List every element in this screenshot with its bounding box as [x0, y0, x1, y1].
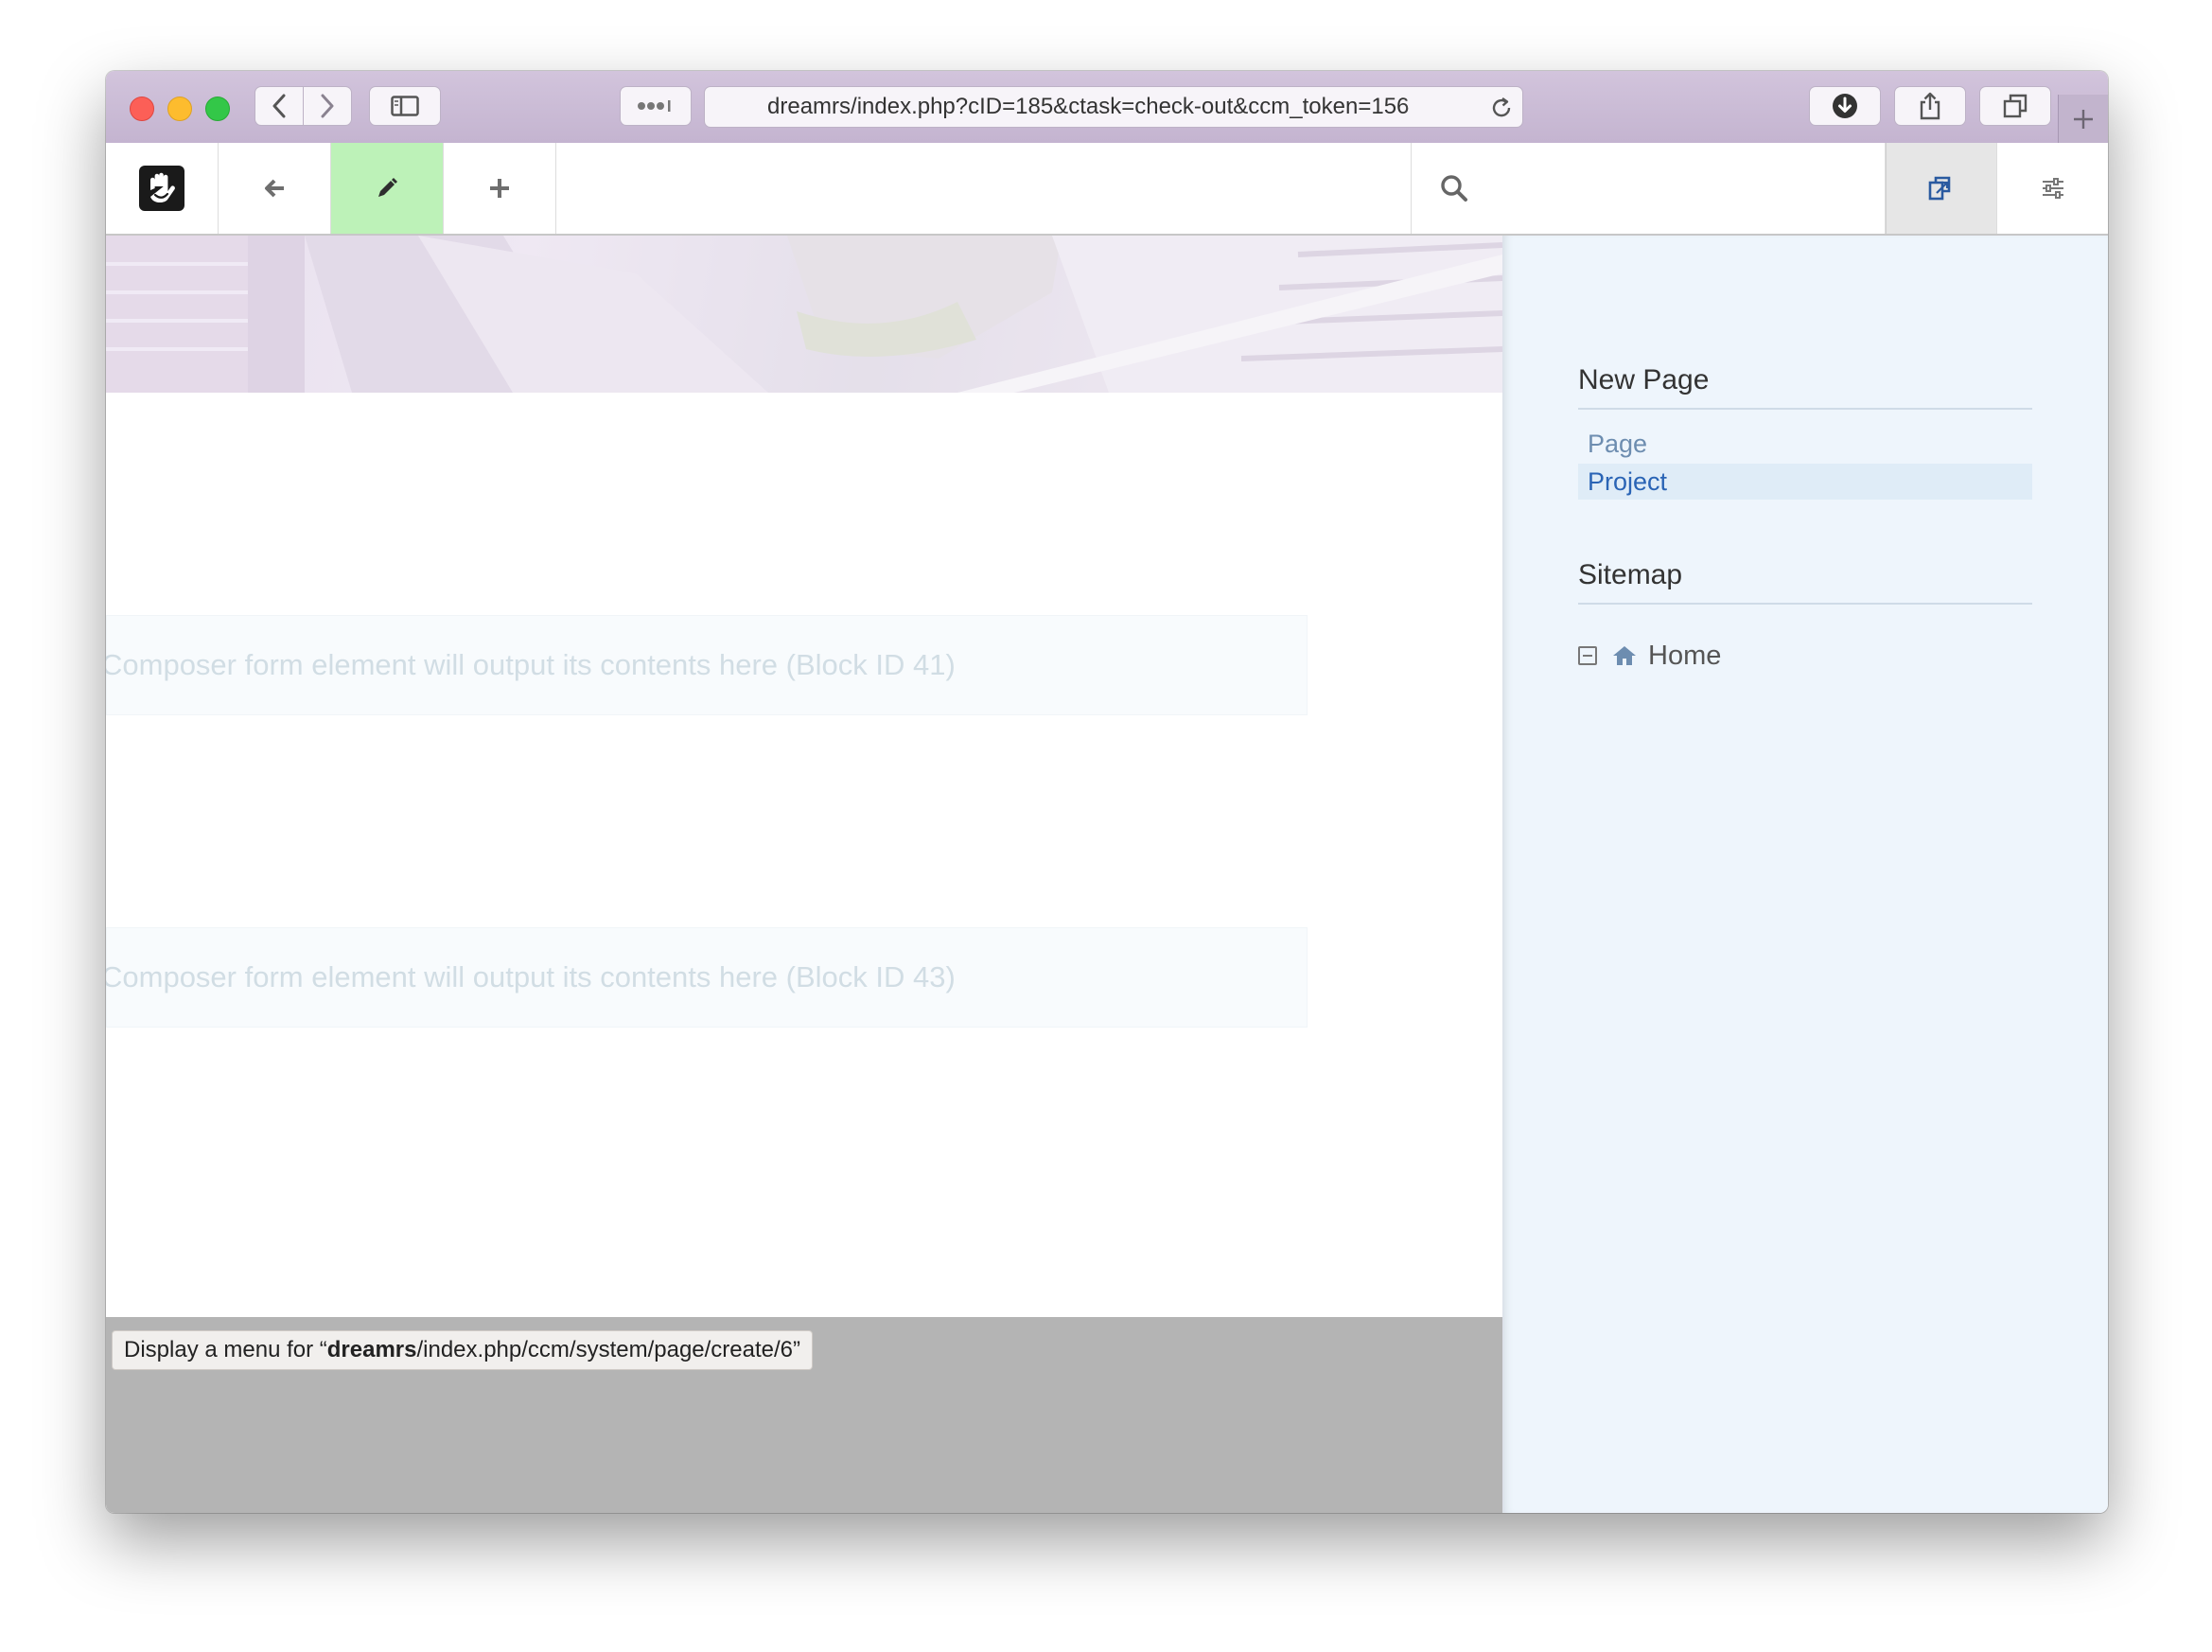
page-type-project[interactable]: Project [1578, 464, 2032, 500]
close-window-button[interactable] [130, 97, 154, 121]
plus-icon [2074, 109, 2093, 129]
status-host: dreamrs [326, 1337, 417, 1362]
pencil-icon [378, 178, 397, 197]
sitemap-tree-node-home[interactable]: Home [1578, 637, 1721, 675]
extensions-button[interactable] [620, 86, 692, 126]
sitemap-heading: Sitemap [1578, 559, 2032, 605]
address-bar[interactable]: dreamrs/index.php?cID=185&ctask=check-ou… [704, 86, 1523, 128]
arrow-left-icon [265, 179, 284, 198]
cms-edit-button[interactable] [331, 143, 444, 234]
sidebar-toggle-button[interactable] [369, 86, 441, 126]
composer-block-43: Composer form element will output its co… [106, 927, 1308, 1028]
chevron-left-icon [272, 94, 286, 118]
browser-window: dreamrs/index.php?cID=185&ctask=check-ou… [106, 71, 2108, 1513]
sidebar-icon [391, 96, 419, 116]
status-bar-tooltip: Display a menu for “dreamrs/index.php/cc… [112, 1330, 814, 1370]
home-icon [1613, 646, 1636, 665]
sitemap-node-label[interactable]: Home [1648, 641, 1721, 672]
sitemap-panel: New Page Page Project Sitemap Home [1502, 236, 2108, 1513]
new-tab-button[interactable] [2058, 95, 2108, 143]
chevron-right-icon [321, 94, 334, 118]
reload-icon[interactable] [1490, 97, 1513, 119]
browser-titlebar: dreamrs/index.php?cID=185&ctask=check-ou… [106, 71, 2108, 144]
tabs-overview-icon [2003, 94, 2028, 118]
tab-overview-button[interactable] [1979, 86, 2051, 126]
composer-block-text: Composer form element will output its co… [106, 960, 956, 993]
page-content: Composer form element will output its co… [106, 236, 1502, 1513]
plus-icon [490, 179, 509, 198]
status-prefix: Display a menu for “ [124, 1337, 327, 1362]
zoom-window-button[interactable] [205, 97, 230, 121]
collapse-icon[interactable] [1578, 646, 1597, 665]
new-page-heading: New Page [1578, 364, 2032, 410]
cms-toolbar [106, 143, 2108, 236]
sliders-icon [2042, 178, 2063, 199]
sitemap-panel-button[interactable] [1886, 143, 1997, 234]
composer-block-41: Composer form element will output its co… [106, 615, 1308, 715]
more-dots-icon [638, 100, 671, 112]
status-path: /index.php/ccm/system/page/create/6” [416, 1337, 801, 1362]
search-input[interactable] [1482, 166, 1864, 213]
forward-button[interactable] [303, 86, 352, 126]
share-icon [1920, 92, 1940, 120]
downloads-button[interactable] [1809, 86, 1881, 126]
minimize-window-button[interactable] [167, 97, 192, 121]
share-button[interactable] [1894, 86, 1966, 126]
cms-search [1411, 143, 1886, 234]
cms-back-button[interactable] [219, 143, 331, 234]
cms-logo-button[interactable] [106, 143, 219, 234]
building-photo [106, 236, 1502, 393]
download-icon [1833, 94, 1857, 118]
cms-add-button[interactable] [444, 143, 556, 234]
settings-panel-button[interactable] [1997, 143, 2108, 234]
header-banner-image [106, 236, 1502, 393]
composer-block-text: Composer form element will output its co… [106, 648, 956, 681]
concrete-hand-logo [139, 166, 184, 211]
back-button[interactable] [255, 86, 304, 126]
search-icon [1441, 175, 1467, 202]
address-bar-url[interactable]: dreamrs/index.php?cID=185&ctask=check-ou… [767, 87, 1458, 127]
sitemap-icon [1928, 176, 1951, 201]
page-type-page[interactable]: Page [1578, 426, 2032, 462]
